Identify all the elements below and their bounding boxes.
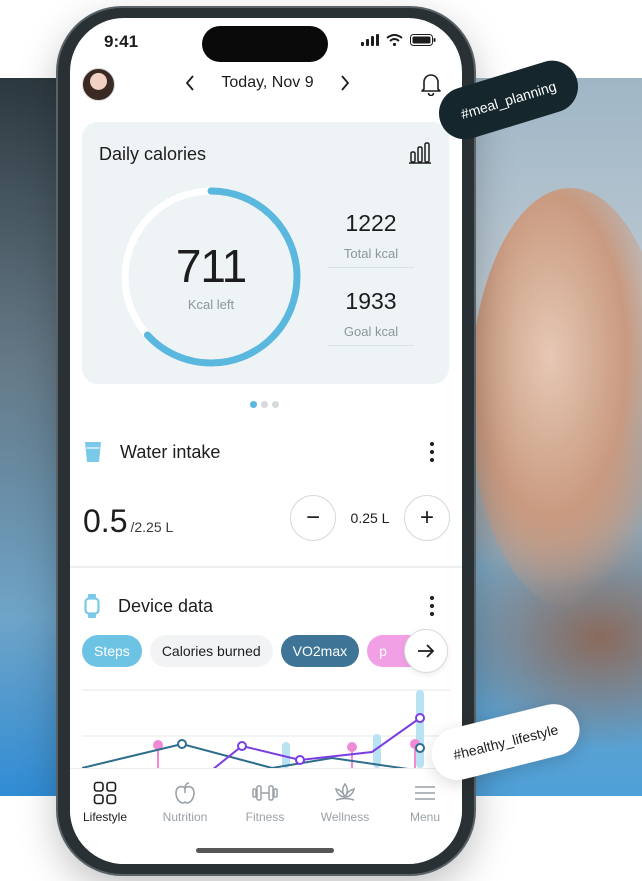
avatar[interactable]: [82, 68, 115, 101]
device-data-header: Device data: [84, 590, 454, 622]
pager-dot[interactable]: [261, 401, 268, 408]
dumbbell-icon: [252, 785, 278, 801]
water-more-options-button[interactable]: [424, 440, 440, 464]
home-indicator: [196, 848, 334, 853]
chart-series-line: [212, 717, 421, 768]
tab-label: Menu: [409, 810, 441, 824]
water-intake-header: Water intake: [84, 436, 454, 468]
chip-steps[interactable]: Steps: [82, 635, 142, 667]
kcal-left-value: 711: [175, 239, 247, 292]
chart-point: [295, 755, 305, 765]
notifications-bell-icon[interactable]: [420, 72, 442, 96]
tab-label: Lifestyle: [82, 810, 128, 824]
water-value: 0.5: [83, 503, 128, 539]
chip-vo2max[interactable]: VO2max: [280, 635, 360, 667]
bar-chart-icon[interactable]: [409, 142, 431, 164]
chart-point: [347, 742, 357, 752]
tab-menu[interactable]: Menu: [390, 781, 460, 824]
card-title: Daily calories: [99, 144, 207, 164]
decrease-water-button[interactable]: −: [290, 495, 336, 541]
pager-dot[interactable]: [250, 401, 257, 408]
water-amount: 0.5 /2.25 L: [83, 503, 173, 540]
water-stepper: − 0.25 L +: [290, 495, 450, 541]
total-kcal-value: 1222: [345, 210, 397, 236]
date-navigator: Today, Nov 9: [180, 73, 355, 93]
tab-wellness[interactable]: Wellness: [310, 781, 380, 824]
device-data-chart: [82, 689, 450, 768]
cellular-signal-icon: [361, 34, 379, 46]
chip-calories-burned[interactable]: Calories burned: [149, 635, 273, 667]
dynamic-island: [202, 26, 328, 62]
chart-point: [415, 713, 425, 723]
goal-kcal-label: Goal kcal: [328, 324, 414, 346]
pager-dot[interactable]: [272, 401, 279, 408]
water-glass-icon: [85, 442, 101, 462]
tab-nutrition[interactable]: Nutrition: [150, 781, 220, 824]
section-divider: [70, 566, 462, 568]
status-time: 9:41: [104, 32, 139, 51]
arrow-right-icon: [418, 644, 435, 658]
total-kcal-label: Total kcal: [328, 246, 414, 268]
water-goal: /2.25 L: [130, 519, 174, 535]
chart-point: [415, 743, 425, 753]
chart-point: [177, 739, 187, 749]
tab-label: Nutrition: [162, 810, 208, 824]
goal-kcal-stat: 1933 Goal kcal: [328, 288, 414, 346]
apple-icon: [175, 782, 195, 804]
hamburger-icon: [415, 786, 435, 800]
water-intake-title: Water intake: [120, 441, 221, 462]
chart-bar: [416, 690, 424, 768]
ring-center: 711 Kcal left: [116, 182, 306, 372]
metric-chips: Steps Calories burned VO2max p: [82, 635, 438, 667]
tab-label: Fitness: [245, 810, 285, 824]
goal-kcal-value: 1933: [345, 288, 397, 314]
lotus-icon: [335, 782, 355, 801]
tab-lifestyle[interactable]: Lifestyle: [70, 781, 140, 824]
battery-icon: [410, 34, 436, 46]
app-screen: 9:41 Today, Nov 9 Daily calories 711 Kca…: [70, 18, 462, 864]
chevron-left-icon: [185, 75, 194, 91]
smartwatch-icon: [84, 594, 100, 618]
tab-label: Wellness: [320, 810, 370, 824]
grid-icon: [93, 781, 117, 805]
previous-day-button[interactable]: [180, 73, 200, 93]
kcal-left-label: Kcal left: [187, 296, 235, 312]
tab-fitness[interactable]: Fitness: [230, 781, 300, 824]
increase-water-button[interactable]: +: [404, 495, 450, 541]
daily-calories-card[interactable]: Daily calories 711 Kcal left 1222 Total …: [82, 122, 449, 384]
chart-point: [237, 741, 247, 751]
device-more-options-button[interactable]: [424, 594, 440, 618]
date-label: Today, Nov 9: [221, 74, 314, 91]
device-data-title: Device data: [118, 595, 214, 616]
status-icons: [361, 34, 436, 46]
header-row: Today, Nov 9: [70, 68, 462, 101]
total-kcal-stat: 1222 Total kcal: [328, 210, 414, 268]
water-step-value: 0.25 L: [350, 510, 390, 526]
next-day-button[interactable]: [335, 73, 355, 93]
chevron-right-icon: [341, 75, 350, 91]
carousel-pager[interactable]: [250, 401, 279, 408]
wifi-icon: [386, 34, 403, 46]
scroll-chips-button[interactable]: [404, 629, 448, 673]
